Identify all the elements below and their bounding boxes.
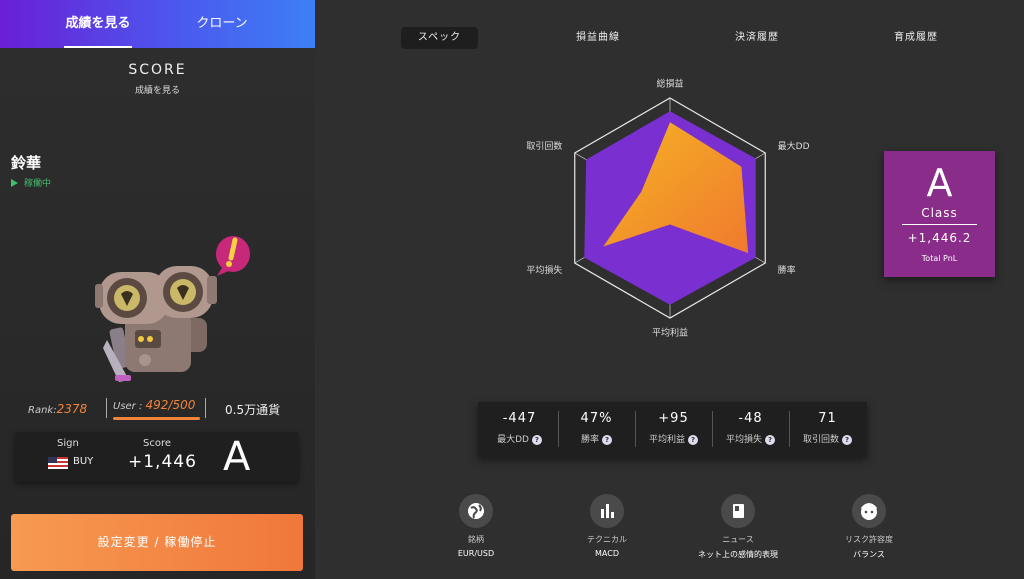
- metric-value: -48: [738, 411, 763, 426]
- tab-clone[interactable]: クローン: [184, 0, 260, 48]
- help-icon[interactable]: ?: [765, 435, 775, 445]
- radar-axis-label: 最大DD: [778, 140, 810, 152]
- feature-technical: テクニカル MACD: [552, 494, 662, 558]
- metrics-bar: -447 最大DD? 47% 勝率? +95 平均利益? -48 平均損失? 7…: [478, 402, 867, 457]
- score-label: Score: [143, 438, 172, 449]
- robot-avatar: [95, 236, 250, 382]
- grade-card: A Class +1,446.2 Total PnL: [884, 151, 995, 277]
- feature-value: ネット上の感情的表現: [698, 550, 778, 559]
- left-panel: 成績を見る クローン SCORE 成績を見る 鈴華 稼働中 Rank:2378 …: [0, 0, 315, 579]
- feature-value: MACD: [595, 549, 619, 558]
- status-text: 稼働中: [24, 179, 52, 189]
- metric-avg-loss: -48 平均損失?: [712, 402, 789, 457]
- radar-axis-label: 平均利益: [652, 326, 688, 338]
- feature-risk-tolerance: リスク許容度 バランス: [814, 494, 924, 560]
- tab-pnl-curve[interactable]: 損益曲線: [560, 27, 636, 49]
- feature-value: バランス: [853, 550, 885, 559]
- help-icon[interactable]: ?: [531, 435, 542, 445]
- user-count: User : 492/500: [106, 398, 206, 420]
- radar-axis-label: 取引回数: [526, 140, 562, 152]
- result-card: Sign BUY Score +1,446 A: [15, 432, 298, 482]
- metric-label: 平均利益: [648, 435, 685, 445]
- tab-spec[interactable]: スペック: [401, 27, 478, 49]
- rank-label: Rank:: [28, 405, 57, 416]
- stats-row: Rank:2378 User : 492/500 0.5万通貨: [0, 398, 315, 420]
- metric-label: 取引回数: [802, 435, 839, 445]
- feature-news: ニュース ネット上の感情的表現: [683, 494, 793, 560]
- exclamation-bubble-icon: [216, 236, 250, 276]
- status-indicator: 稼働中: [11, 176, 51, 189]
- help-icon[interactable]: ?: [688, 435, 698, 445]
- metric-value: 71: [818, 411, 837, 426]
- grade-card-divider: [902, 224, 977, 225]
- radar-axis-label: 勝率: [778, 264, 796, 276]
- rank: Rank:2378: [28, 402, 87, 416]
- radar-axis-label: 総損益: [656, 78, 683, 90]
- face-icon: [852, 494, 886, 528]
- metric-label: 勝率: [580, 435, 599, 445]
- grade-card-letter: A: [926, 161, 953, 205]
- feature-value: EUR/USD: [457, 549, 495, 558]
- feature-label: リスク許容度: [845, 535, 893, 544]
- currency-amount: 0.5万通貨: [225, 403, 281, 417]
- play-icon: [11, 179, 18, 187]
- grade-card-class: Class: [921, 206, 958, 220]
- user-progress-bar: [113, 417, 200, 420]
- score-title: SCORE: [128, 62, 187, 78]
- robot-name: 鈴華: [11, 154, 42, 172]
- globe-icon: [459, 494, 493, 528]
- metric-max-dd: -447 最大DD?: [481, 402, 558, 457]
- metric-value: -447: [502, 411, 537, 426]
- sign-label: Sign: [57, 438, 79, 449]
- metric-value: 47%: [580, 411, 613, 426]
- help-icon[interactable]: ?: [602, 435, 612, 445]
- rank-value: 2378: [56, 402, 88, 416]
- metric-win-rate: 47% 勝率?: [558, 402, 635, 457]
- metric-trade-count: 71 取引回数?: [789, 402, 866, 457]
- metric-avg-profit: +95 平均利益?: [635, 402, 712, 457]
- feature-label: テクニカル: [587, 535, 627, 544]
- tab-training-history[interactable]: 育成履歴: [878, 27, 954, 49]
- score-value: +1,446: [128, 452, 197, 472]
- metric-label: 平均損失: [725, 435, 762, 445]
- radar-chart: 総損益最大DD 勝率平均利益 平均損失 取引回数: [526, 78, 810, 339]
- feature-label: 銘柄: [468, 535, 484, 544]
- grade-card-pnl-label: Total PnL: [921, 254, 958, 263]
- news-icon: [721, 494, 755, 528]
- tab-settlement-history[interactable]: 決済履歴: [719, 27, 795, 49]
- left-tab-bar: 成績を見る クローン: [0, 0, 315, 48]
- grade-card-pnl: +1,446.2: [907, 231, 972, 245]
- help-icon[interactable]: ?: [842, 435, 852, 445]
- metric-label: 最大DD: [497, 435, 529, 445]
- sign-value: BUY: [73, 456, 94, 467]
- user-label: User :: [113, 401, 143, 412]
- settings-stop-button[interactable]: 設定変更 / 稼働停止: [11, 514, 303, 571]
- tab-view-score[interactable]: 成績を見る: [60, 0, 136, 48]
- radar-axis-label: 平均損失: [526, 264, 562, 276]
- score-subtitle: 成績を見る: [134, 86, 180, 96]
- grade-letter: A: [223, 434, 251, 480]
- us-flag-icon: [48, 457, 68, 469]
- feature-symbol: 銘柄 EUR/USD: [421, 494, 531, 558]
- feature-label: ニュース: [722, 535, 754, 544]
- user-value: 492/500: [145, 398, 196, 412]
- metric-value: +95: [658, 411, 689, 426]
- bar-chart-icon: [590, 494, 624, 528]
